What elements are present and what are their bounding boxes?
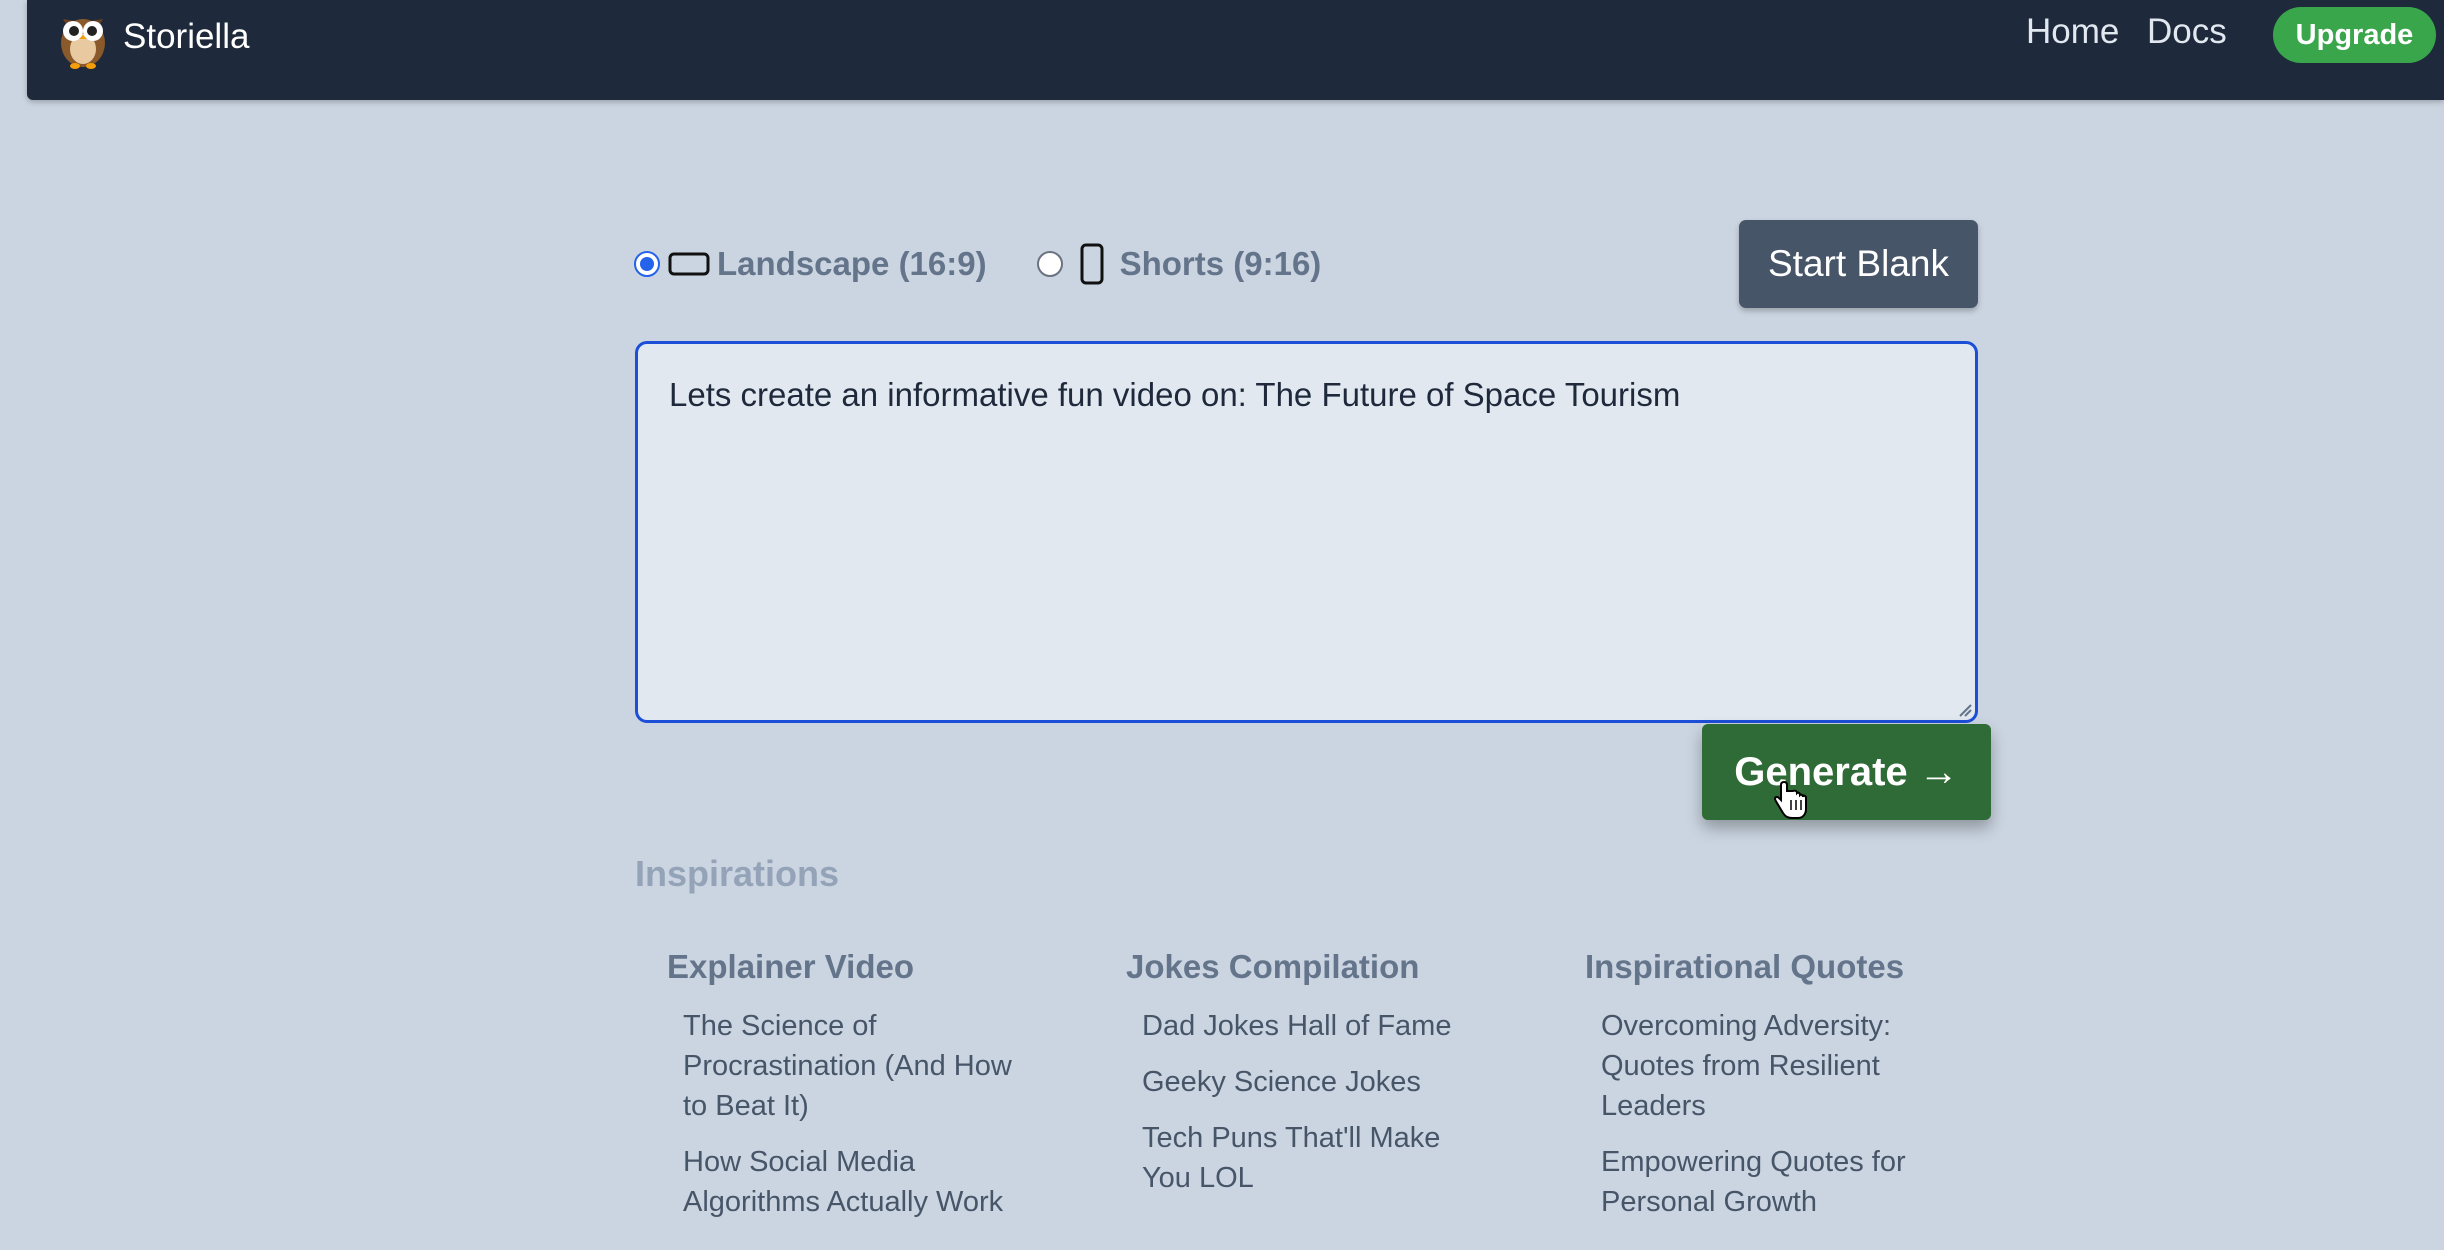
list-item[interactable]: The Science of Procrastination (And How … [683,1006,1028,1126]
landscape-radio[interactable] [634,251,660,277]
hand-cursor-icon [1774,780,1807,819]
brand-name: Storiella [123,17,250,56]
upgrade-button[interactable]: Upgrade [2273,7,2436,63]
landscape-label[interactable]: Landscape (16:9) [717,245,987,283]
column-title-quotes: Inspirational Quotes [1585,948,1905,985]
column-title-jokes: Jokes Compilation [1126,948,1420,985]
resize-grip-icon[interactable] [1956,701,1972,717]
list-item[interactable]: Geeky Science Jokes [1142,1062,1472,1102]
format-selector: Landscape (16:9) Shorts (9:16) [634,238,1321,290]
column-title-explainer: Explainer Video [667,948,914,985]
list-item[interactable]: Empowering Quotes for Personal Growth [1601,1142,1926,1222]
list-item[interactable]: Dad Jokes Hall of Fame [1142,1006,1472,1046]
shorts-radio[interactable] [1036,251,1063,277]
inspirations-heading: Inspirations [635,853,840,894]
top-navbar: Storiella Home Docs Upgrade [27,0,2444,100]
nav-docs-link[interactable]: Docs [2147,12,2227,52]
list-item[interactable]: How Social Media Algorithms Actually Wor… [683,1142,1028,1222]
portrait-phone-icon [1080,243,1104,285]
owl-logo-icon [61,19,105,69]
nav-home-link[interactable]: Home [2026,12,2119,52]
quotes-list: Overcoming Adversity: Quotes from Resili… [1601,1006,1926,1238]
brand-link[interactable]: Storiella [55,2,249,72]
landscape-screen-icon [668,252,710,276]
list-item[interactable]: Overcoming Adversity: Quotes from Resili… [1601,1006,1926,1126]
shorts-label[interactable]: Shorts (9:16) [1120,245,1322,283]
start-blank-button[interactable]: Start Blank [1739,220,1978,308]
prompt-textarea[interactable]: Lets create an informative fun video on:… [635,341,1978,723]
jokes-list: Dad Jokes Hall of Fame Geeky Science Jok… [1142,1006,1472,1214]
prompt-text: Lets create an informative fun video on:… [669,376,1681,413]
generate-button[interactable]: Generate → [1702,724,1991,820]
list-item[interactable]: Tech Puns That'll Make You LOL [1142,1118,1472,1198]
explainer-list: The Science of Procrastination (And How … [683,1006,1028,1238]
